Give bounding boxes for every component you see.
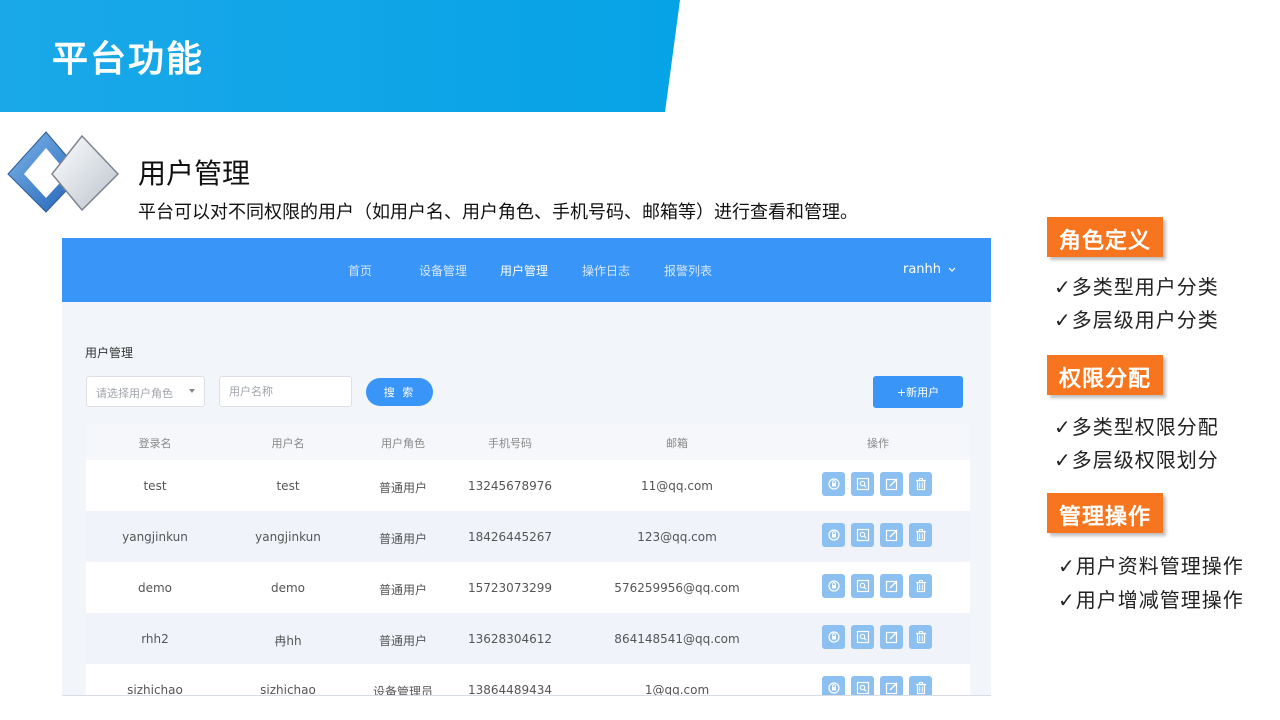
cell-name: 冉hh	[274, 634, 302, 648]
cell-email: 123@qq.com	[637, 530, 717, 544]
feature-item: ✓用户资料管理操作	[1058, 554, 1244, 578]
edit-icon[interactable]	[880, 676, 903, 695]
lock-reset-icon[interactable]	[822, 472, 845, 496]
cell-phone: 15723073299	[468, 581, 552, 595]
column-header: 用户角色	[381, 437, 425, 450]
page-title: 平台功能	[52, 39, 205, 80]
edit-icon[interactable]	[880, 625, 903, 649]
lock-reset-icon[interactable]	[822, 574, 845, 598]
cell-email: 576259956@qq.com	[614, 581, 740, 595]
delete-icon[interactable]	[909, 574, 932, 598]
delete-icon[interactable]	[909, 676, 932, 695]
nav-item-logs[interactable]: 操作日志	[582, 262, 630, 279]
view-icon[interactable]	[851, 472, 874, 496]
app-page-heading: 用户管理	[85, 346, 134, 360]
table-row: demo demo 普通用户 15723073299 576259956@qq.com	[86, 562, 970, 613]
user-table: 登录名 用户名 用户角色 手机号码 邮箱 操作 test test 普通用户 1324…	[86, 424, 970, 696]
feature-item: ✓多类型权限分配	[1054, 415, 1219, 439]
user-name: ranhh	[903, 262, 942, 277]
column-header: 登录名	[138, 437, 172, 450]
cell-login: test	[143, 479, 167, 493]
feature-item: ✓多层级用户分类	[1054, 308, 1219, 332]
view-icon[interactable]	[851, 523, 874, 547]
edit-icon[interactable]	[880, 523, 903, 547]
column-header: 操作	[867, 437, 889, 450]
section-title: 用户管理	[138, 157, 251, 190]
view-icon[interactable]	[851, 676, 874, 695]
column-header: 手机号码	[488, 437, 532, 450]
cell-phone: 13864489434	[468, 683, 552, 696]
cell-phone: 13628304612	[468, 632, 552, 646]
lock-reset-icon[interactable]	[822, 523, 845, 547]
tag-management-operations: 管理操作	[1047, 493, 1164, 533]
table-header: 登录名 用户名 用户角色 手机号码 邮箱 操作	[86, 424, 970, 460]
cell-role: 普通用户	[378, 583, 428, 597]
cell-email: 1@qq.com	[644, 683, 710, 696]
cell-name: sizhichao	[260, 683, 316, 696]
role-select-placeholder: 请选择用户角色	[96, 387, 173, 400]
cell-login: yangjinkun	[122, 530, 188, 544]
column-header: 邮箱	[666, 437, 688, 450]
nav-item-users[interactable]: 用户管理	[500, 262, 548, 279]
user-menu[interactable]: ranhh	[903, 262, 956, 277]
cell-role: 设备管理员	[372, 685, 434, 696]
cell-role: 普通用户	[378, 532, 428, 546]
cell-email: 864148541@qq.com	[614, 632, 740, 646]
app-screenshot: 首页 设备管理 用户管理 操作日志 报警列表 ranhh 用户管理 请选择用户角…	[62, 238, 991, 696]
role-select[interactable]: 请选择用户角色	[86, 376, 205, 407]
search-button[interactable]: 搜 索	[366, 378, 433, 406]
add-user-button[interactable]: +新用户	[873, 376, 963, 408]
cell-phone: 13245678976	[468, 479, 552, 493]
table-row: yangjinkun yangjinkun 普通用户 18426445267 123@q…	[86, 511, 970, 562]
nav-item-devices[interactable]: 设备管理	[419, 262, 467, 279]
lock-reset-icon[interactable]	[822, 625, 845, 649]
caret-down-icon	[189, 389, 195, 393]
username-input[interactable]	[219, 376, 352, 407]
column-header: 用户名	[271, 437, 305, 450]
cell-role: 普通用户	[378, 634, 428, 648]
app-navbar: 首页 设备管理 用户管理 操作日志 报警列表 ranhh	[62, 238, 991, 302]
feature-item: ✓多层级权限划分	[1054, 448, 1219, 472]
cell-email: 11@qq.com	[641, 479, 713, 493]
table-row: sizhichao sizhichao 设备管理员 13864489434 1@qq.c…	[86, 664, 970, 696]
cell-login: rhh2	[141, 632, 169, 646]
view-icon[interactable]	[851, 625, 874, 649]
tag-permission-assignment: 权限分配	[1047, 355, 1164, 395]
section-description: 平台可以对不同权限的用户（如用户名、用户角色、手机号码、邮箱等）进行查看和管理。	[138, 202, 858, 223]
cell-phone: 18426445267	[468, 530, 552, 544]
chevron-down-icon	[948, 267, 956, 272]
nav-item-home[interactable]: 首页	[348, 262, 372, 279]
delete-icon[interactable]	[909, 523, 932, 547]
cell-role: 普通用户	[378, 481, 428, 495]
delete-icon[interactable]	[909, 472, 932, 496]
lock-reset-icon[interactable]	[822, 676, 845, 695]
cell-name: yangjinkun	[255, 530, 321, 544]
cell-name: demo	[270, 581, 306, 595]
cell-login: demo	[137, 581, 173, 595]
feature-item: ✓用户增减管理操作	[1058, 588, 1244, 612]
edit-icon[interactable]	[880, 472, 903, 496]
nav-item-alarms[interactable]: 报警列表	[664, 262, 712, 279]
table-row: test test 普通用户 13245678976 11@qq.com	[86, 460, 970, 511]
delete-icon[interactable]	[909, 625, 932, 649]
tag-role-definition: 角色定义	[1047, 217, 1164, 257]
table-row: rhh2 冉hh 普通用户 13628304612 864148541@qq.com	[86, 613, 970, 664]
cell-login: sizhichao	[127, 683, 183, 696]
edit-icon[interactable]	[880, 574, 903, 598]
table-body: test test 普通用户 13245678976 11@qq.com yangjink…	[86, 460, 970, 696]
cell-name: test	[276, 479, 300, 493]
feature-item: ✓多类型用户分类	[1054, 275, 1219, 299]
view-icon[interactable]	[851, 574, 874, 598]
diamond-logo-icon	[4, 128, 124, 218]
